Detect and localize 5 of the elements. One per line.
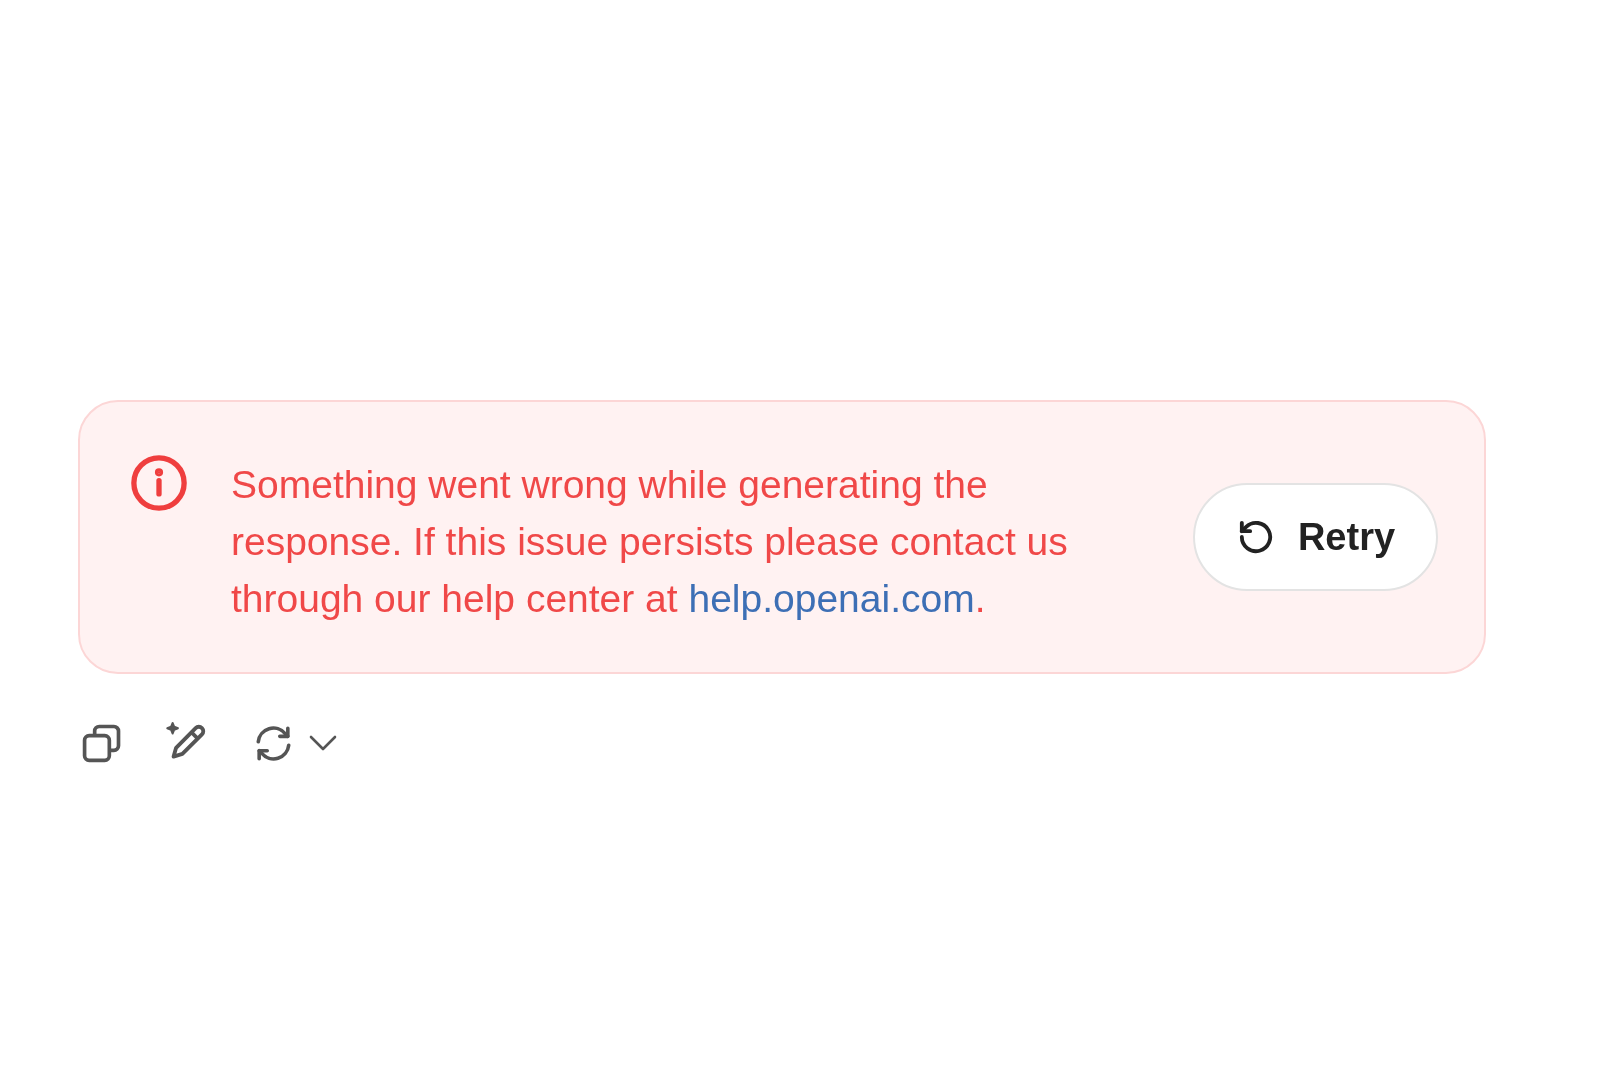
error-message: Something went wrong while generating the response. If this issue persists please contact us through our help center at help.openai.com. xyxy=(231,461,1069,622)
info-icon xyxy=(130,453,188,512)
help-link[interactable]: help.openai.com xyxy=(688,576,975,620)
retry-button[interactable]: Retry xyxy=(1193,483,1438,591)
chevron-down-icon xyxy=(309,735,337,751)
